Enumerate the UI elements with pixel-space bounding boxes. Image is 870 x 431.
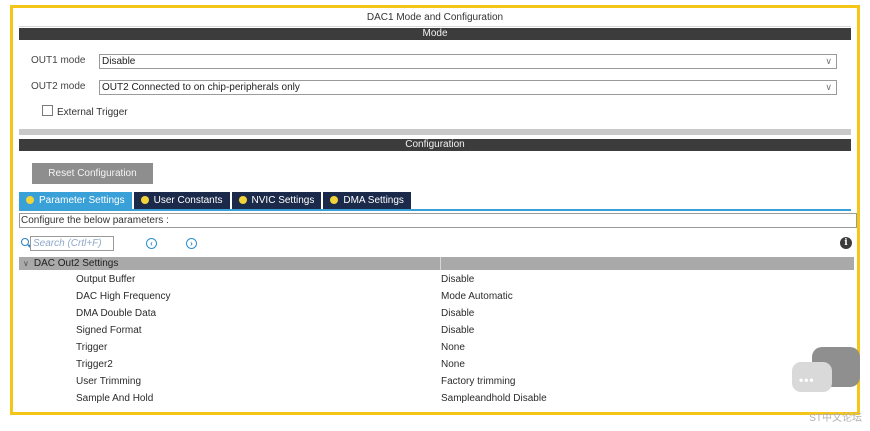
param-value[interactable]: None (441, 356, 465, 373)
param-value[interactable]: Disable (441, 322, 474, 339)
column-divider (440, 257, 441, 270)
out1-mode-label: OUT1 mode (31, 55, 86, 66)
next-match-icon[interactable]: › (186, 238, 197, 249)
search-icon (21, 238, 29, 246)
tab-parameter-settings[interactable]: Parameter Settings (19, 192, 132, 209)
param-value[interactable]: Sampleandhold Disable (441, 390, 547, 407)
status-dot-icon (330, 196, 339, 204)
param-name: DAC High Frequency (76, 291, 171, 302)
param-name: Sample And Hold (76, 393, 154, 404)
search-input[interactable]: Search (Crtl+F) (30, 236, 114, 251)
param-value[interactable]: Factory trimming (441, 373, 515, 390)
chevron-down-icon: ∨ (825, 82, 832, 92)
forum-watermark: ST中文论坛 (809, 413, 862, 424)
external-trigger-row[interactable]: External Trigger (42, 105, 128, 118)
previous-match-icon[interactable]: ‹ (146, 238, 157, 249)
param-name: User Trimming (76, 376, 142, 387)
configuration-section-header: Configuration (19, 139, 851, 151)
param-name: Output Buffer (76, 274, 136, 285)
status-dot-icon (140, 196, 149, 204)
status-dot-icon (238, 196, 247, 204)
info-icon[interactable]: i (840, 237, 852, 249)
param-value[interactable]: Disable (441, 305, 474, 322)
param-value[interactable]: None (441, 339, 465, 356)
param-value[interactable]: Disable (441, 271, 474, 288)
chat-bubble-icon[interactable]: ••• (792, 347, 860, 397)
group-title: DAC Out2 Settings (33, 258, 119, 269)
external-trigger-checkbox[interactable] (42, 105, 53, 116)
chevron-down-icon: ∨ (825, 56, 832, 66)
param-value[interactable]: Mode Automatic (441, 288, 513, 305)
panel-title: DAC1 Mode and Configuration (19, 10, 851, 27)
param-name: Signed Format (76, 325, 142, 336)
section-divider (19, 129, 851, 135)
dac-config-panel: DAC1 Mode and Configuration Mode OUT1 mo… (10, 5, 860, 415)
status-dot-icon (26, 196, 34, 204)
out1-mode-select[interactable]: Disable ∨ (99, 54, 837, 69)
out2-mode-label: OUT2 mode (31, 81, 86, 92)
tab-nvic-settings[interactable]: NVIC Settings (231, 192, 322, 209)
dac-out2-settings-group[interactable]: ∨ DAC Out2 Settings (19, 257, 854, 270)
reset-configuration-button[interactable]: Reset Configuration (32, 163, 153, 184)
configure-info-text: Configure the below parameters : (19, 213, 857, 228)
config-tabs: Parameter Settings User Constants NVIC S… (19, 192, 413, 209)
param-name: DMA Double Data (76, 308, 157, 319)
tab-dma-settings[interactable]: DMA Settings (323, 192, 411, 209)
search-bar: Search (Crtl+F) ‹ › i (19, 236, 854, 252)
out2-mode-value: OUT2 Connected to on chip-peripherals on… (102, 82, 300, 93)
param-name: Trigger2 (76, 359, 113, 370)
chevron-down-icon: ∨ (23, 259, 29, 268)
out1-mode-value: Disable (102, 56, 136, 67)
tab-underline (19, 209, 851, 211)
out2-mode-select[interactable]: OUT2 Connected to on chip-peripherals on… (99, 80, 837, 95)
external-trigger-label: External Trigger (57, 107, 128, 118)
tab-user-constants[interactable]: User Constants (133, 192, 230, 209)
param-name: Trigger (76, 342, 108, 353)
mode-section-header: Mode (19, 28, 851, 40)
